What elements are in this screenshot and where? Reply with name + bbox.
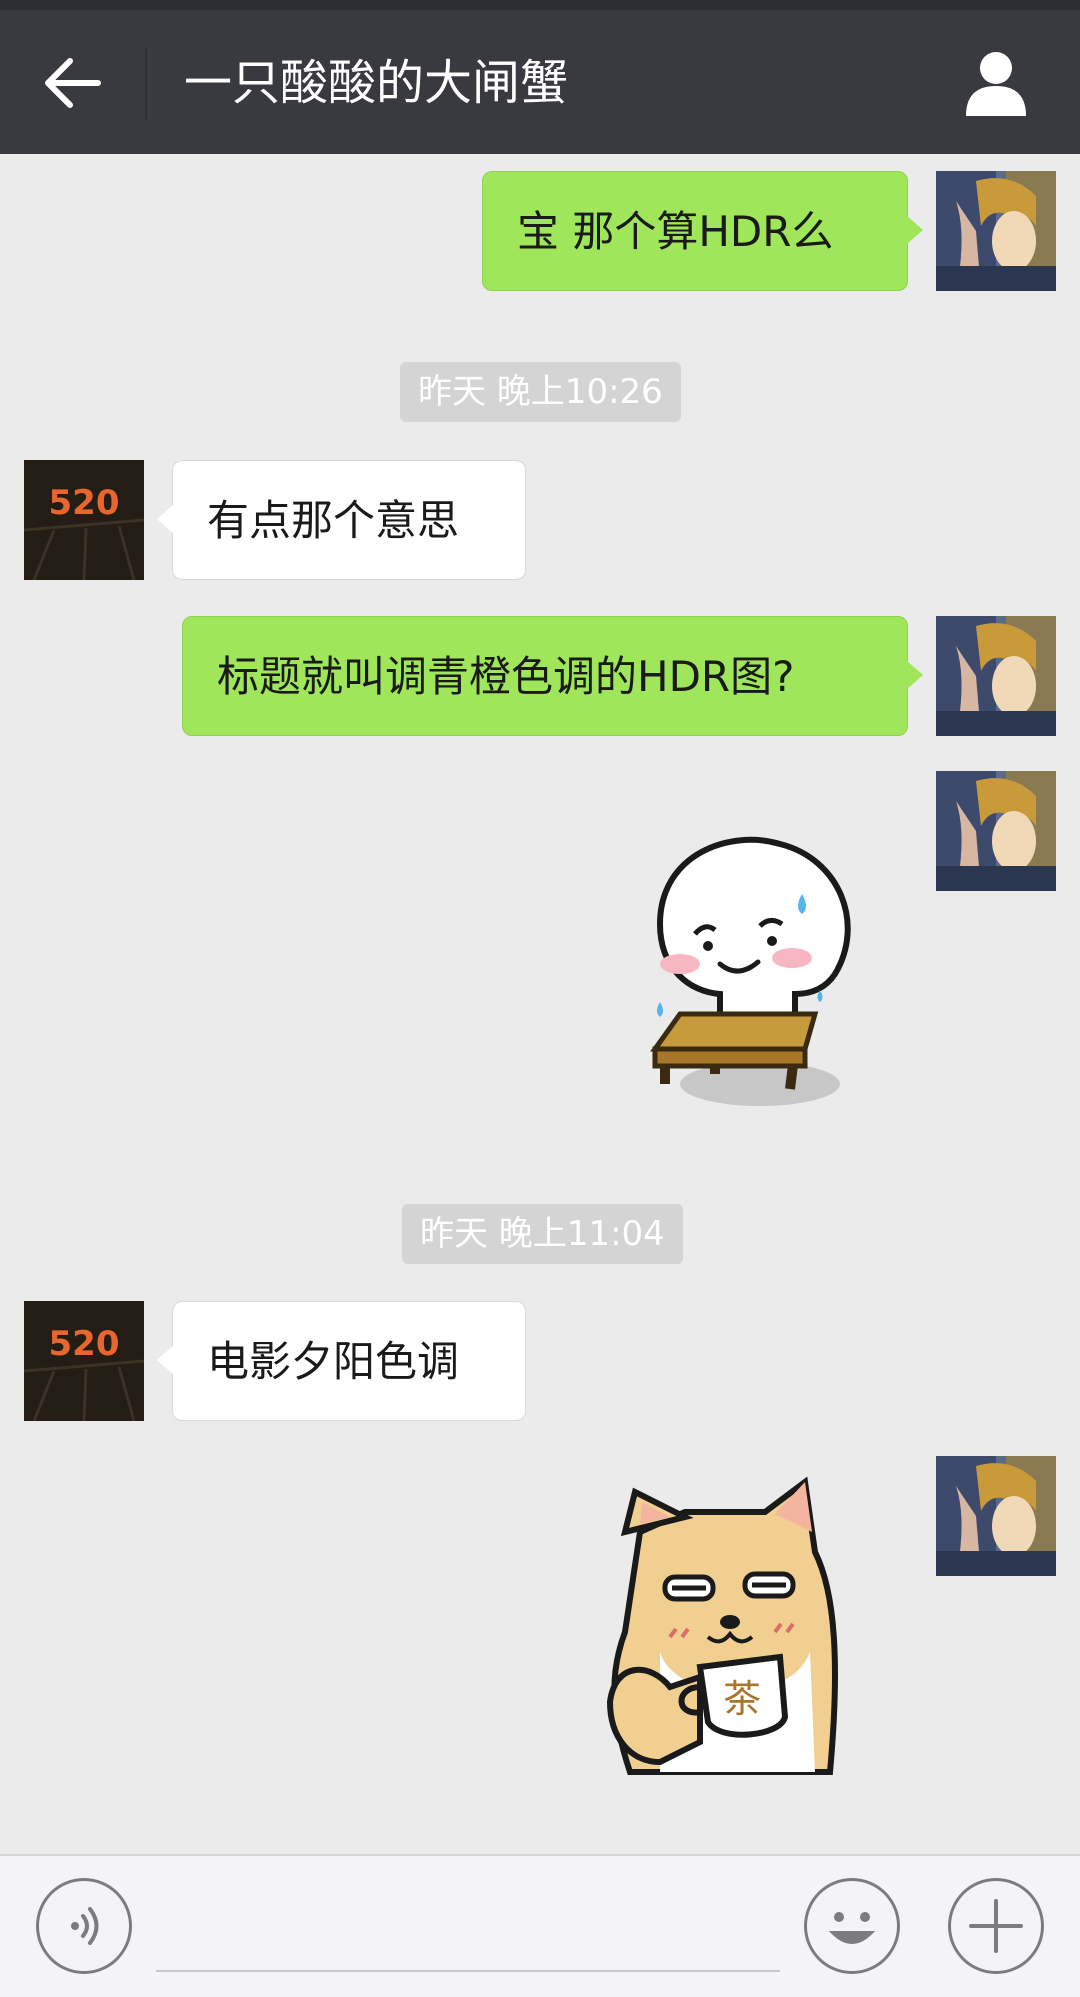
plus-icon <box>969 1899 1023 1953</box>
message-text: 电影夕阳色调 <box>207 1337 460 1386</box>
my-avatar[interactable] <box>936 616 1056 736</box>
message-bubble-sent[interactable]: 标题就叫调青橙色调的HDR图? <box>182 616 923 736</box>
message-bubble-received[interactable]: 电影夕阳色调 <box>157 1301 526 1421</box>
my-avatar[interactable] <box>936 1456 1056 1576</box>
sweating-bun-on-stool-sticker[interactable] <box>620 834 880 1124</box>
voice-icon <box>71 1907 99 1945</box>
message-text: 有点那个意思 <box>207 496 460 545</box>
message-text: 标题就叫调青橙色调的HDR图? <box>217 652 795 701</box>
chat-info-button[interactable] <box>960 46 1032 118</box>
timestamp: 昨天 晚上11:04 <box>402 1204 683 1264</box>
header-divider <box>145 48 147 120</box>
contact-avatar[interactable]: 520 <box>24 1301 144 1421</box>
message-bubble-sent[interactable]: 宝 那个算HDR么 <box>482 171 923 291</box>
contact-avatar[interactable]: 520 <box>24 460 144 580</box>
chat-header: 一只酸酸的大闸蟹 <box>0 10 1080 154</box>
person-icon <box>966 52 1026 116</box>
more-button[interactable] <box>948 1878 1044 1974</box>
message-text: 宝 那个算HDR么 <box>517 207 834 256</box>
my-avatar[interactable] <box>936 171 1056 291</box>
my-avatar[interactable] <box>936 771 1056 891</box>
status-bar <box>0 0 1080 10</box>
chat-title: 一只酸酸的大闸蟹 <box>184 55 569 111</box>
message-bubble-received[interactable]: 有点那个意思 <box>157 460 526 580</box>
avatar-text: 520 <box>49 1324 120 1364</box>
arrow-left-icon <box>45 58 101 108</box>
emoji-button[interactable] <box>804 1878 900 1974</box>
message-list[interactable]: 宝 那个算HDR么 昨天 晚上10:26 520 有点那个意思 标题就叫调青橙色… <box>0 154 1080 1854</box>
emoji-icon <box>829 1912 875 1944</box>
shiba-dog-drinking-tea-sticker[interactable]: 茶 <box>590 1472 870 1802</box>
timestamp: 昨天 晚上10:26 <box>400 362 681 422</box>
voice-button[interactable] <box>36 1878 132 1974</box>
back-button[interactable] <box>38 48 108 118</box>
cup-label: 茶 <box>723 1677 761 1721</box>
input-bar <box>0 1854 1080 1997</box>
message-input[interactable] <box>156 1882 780 1972</box>
avatar-text: 520 <box>49 483 120 523</box>
